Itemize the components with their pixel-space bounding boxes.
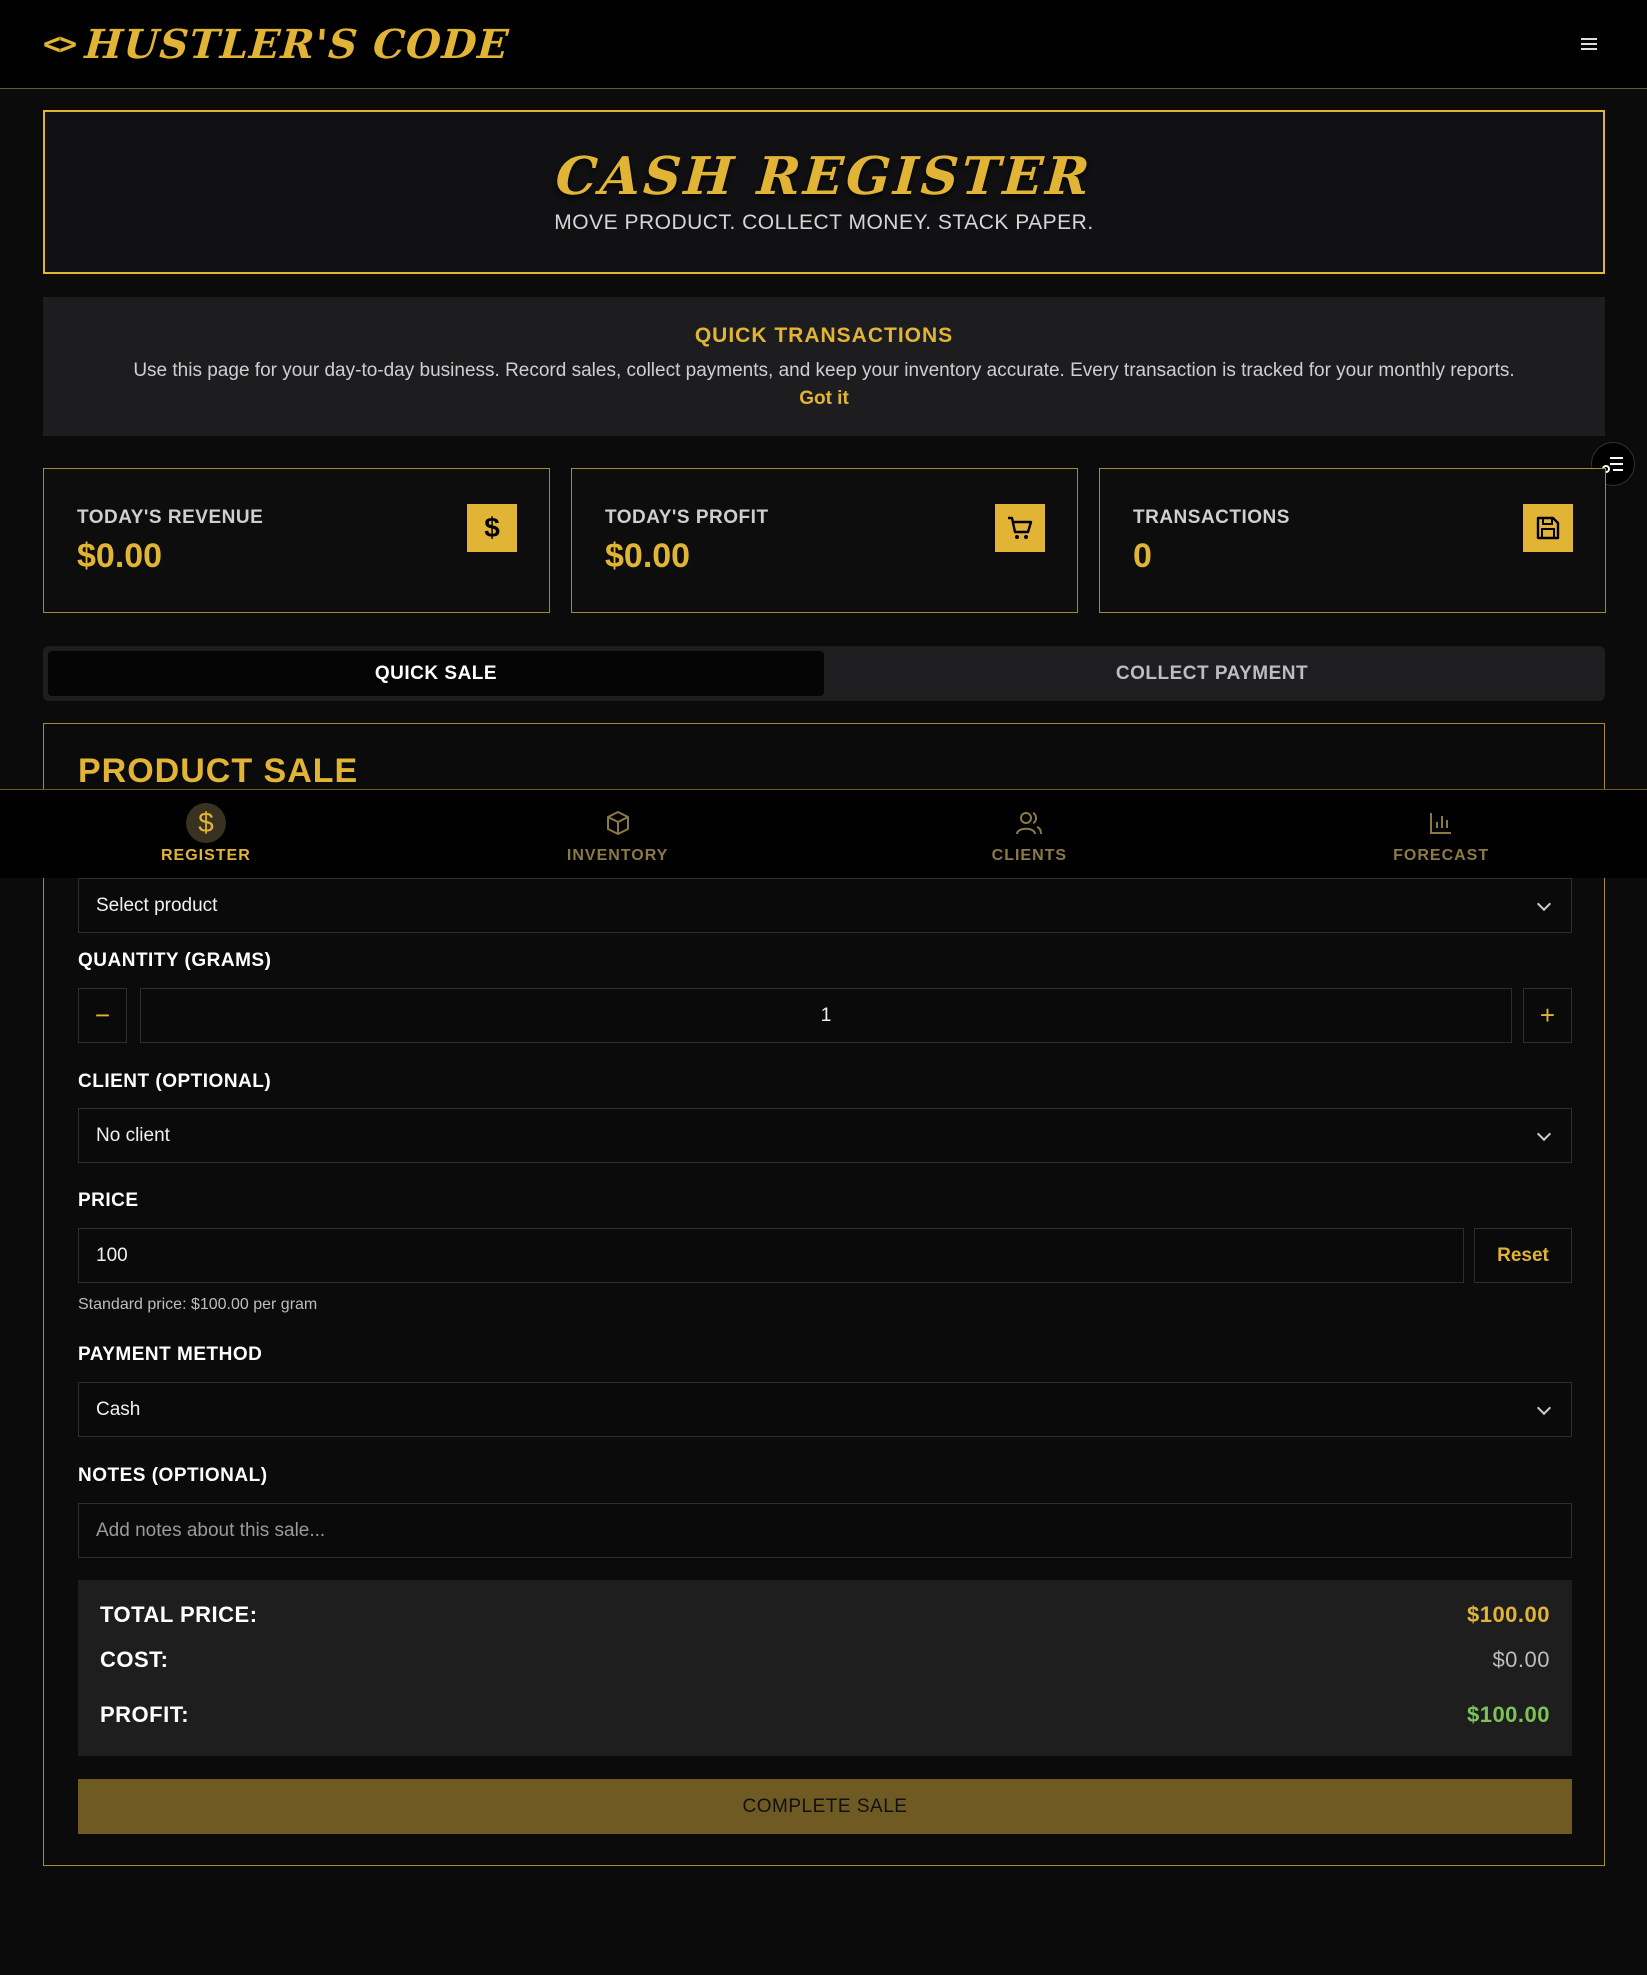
client-select[interactable]: No client: [78, 1108, 1572, 1163]
nav-label: INVENTORY: [566, 847, 669, 864]
chevron-down-icon: [1536, 1400, 1552, 1416]
notes-placeholder: Add notes about this sale...: [96, 1519, 326, 1541]
cart-icon: [995, 504, 1045, 552]
stat-value: $0.00: [605, 537, 691, 575]
product-select[interactable]: Select product: [78, 878, 1572, 933]
stat-card-profit: TODAY'S PROFIT $0.00: [571, 468, 1078, 613]
price-label: PRICE: [78, 1190, 139, 1211]
payment-method-value: Cash: [96, 1398, 141, 1420]
nav-register[interactable]: $ REGISTER: [0, 790, 412, 878]
total-label: TOTAL PRICE:: [100, 1602, 258, 1627]
notes-label: NOTES (OPTIONAL): [78, 1465, 268, 1486]
dollar-icon: $: [467, 504, 517, 552]
chevron-down-icon: [1536, 896, 1552, 912]
box-icon: [598, 803, 638, 843]
menu-button[interactable]: [1571, 26, 1607, 62]
tab-quick-sale[interactable]: QUICK SALE: [48, 651, 824, 696]
price-input[interactable]: 100: [78, 1228, 1464, 1283]
profit-label: PROFIT:: [100, 1702, 190, 1727]
quantity-input[interactable]: 1: [140, 988, 1512, 1043]
stat-value: 0: [1133, 537, 1152, 575]
payment-method-select[interactable]: Cash: [78, 1382, 1572, 1437]
hero-banner: CASH REGISTER MOVE PRODUCT. COLLECT MONE…: [43, 110, 1605, 274]
got-it-button[interactable]: Got it: [799, 388, 849, 410]
logo[interactable]: <> HUSTLER'S CODE: [43, 20, 511, 68]
profit-row: PROFIT: $100.00: [100, 1702, 1550, 1728]
sale-tabs: QUICK SALE COLLECT PAYMENT: [43, 646, 1605, 701]
notes-input[interactable]: Add notes about this sale...: [78, 1503, 1572, 1558]
top-bar: <> HUSTLER'S CODE: [0, 0, 1647, 89]
cost-row: COST: $0.00: [100, 1647, 1550, 1673]
tab-collect-payment[interactable]: COLLECT PAYMENT: [824, 651, 1600, 696]
quantity-increment-button[interactable]: +: [1523, 988, 1572, 1043]
nav-label: FORECAST: [1393, 847, 1490, 864]
reset-price-button[interactable]: Reset: [1474, 1228, 1572, 1283]
nav-clients[interactable]: CLIENTS: [824, 790, 1236, 878]
users-icon: [1009, 803, 1049, 843]
stat-card-revenue: TODAY'S REVENUE $0.00 $: [43, 468, 550, 613]
dollar-icon: $: [185, 803, 226, 843]
bottom-nav: $ REGISTER INVENTORY CLIENTS FORECAST: [0, 789, 1647, 878]
stat-label: TODAY'S PROFIT: [605, 507, 769, 528]
quantity-label: QUANTITY (GRAMS): [78, 950, 272, 971]
nav-label: REGISTER: [160, 847, 251, 864]
bar-chart-icon: [1421, 803, 1461, 843]
product-sale-card: PRODUCT SALE Select product QUANTITY (GR…: [43, 723, 1605, 1866]
profit-value: $100.00: [1466, 1702, 1550, 1727]
page-title: CASH REGISTER: [553, 146, 1095, 207]
nav-forecast[interactable]: FORECAST: [1235, 790, 1647, 878]
stat-value: $0.00: [77, 537, 163, 575]
stat-card-transactions: TRANSACTIONS 0: [1099, 468, 1606, 613]
client-select-value: No client: [96, 1124, 170, 1146]
total-row: TOTAL PRICE: $100.00: [100, 1602, 1550, 1628]
stat-label: TRANSACTIONS: [1133, 507, 1290, 528]
nav-label: CLIENTS: [991, 847, 1068, 864]
complete-sale-button[interactable]: COMPLETE SALE: [78, 1779, 1572, 1834]
card-title: PRODUCT SALE: [78, 752, 359, 790]
cost-value: $0.00: [1492, 1647, 1550, 1672]
total-value: $100.00: [1466, 1602, 1550, 1627]
info-text: Use this page for your day-to-day busine…: [133, 360, 1515, 381]
stat-label: TODAY'S REVENUE: [77, 507, 264, 528]
hamburger-icon: [1581, 43, 1597, 45]
info-title: QUICK TRANSACTIONS: [694, 324, 954, 347]
client-label: CLIENT (OPTIONAL): [78, 1071, 272, 1092]
page-subtitle: MOVE PRODUCT. COLLECT MONEY. STACK PAPER…: [554, 211, 1094, 234]
price-hint: Standard price: $100.00 per gram: [78, 1296, 318, 1313]
info-box: QUICK TRANSACTIONS Use this page for you…: [43, 297, 1605, 436]
save-icon: [1523, 504, 1573, 552]
logo-text: HUSTLER'S CODE: [83, 20, 511, 68]
product-select-value: Select product: [96, 894, 218, 916]
code-icon: <>: [43, 26, 77, 62]
payment-method-label: PAYMENT METHOD: [78, 1344, 263, 1365]
sale-summary: TOTAL PRICE: $100.00 COST: $0.00 PROFIT:…: [78, 1580, 1572, 1756]
chevron-down-icon: [1536, 1126, 1552, 1142]
nav-inventory[interactable]: INVENTORY: [412, 790, 824, 878]
quantity-decrement-button[interactable]: −: [78, 988, 127, 1043]
cost-label: COST:: [100, 1647, 169, 1672]
